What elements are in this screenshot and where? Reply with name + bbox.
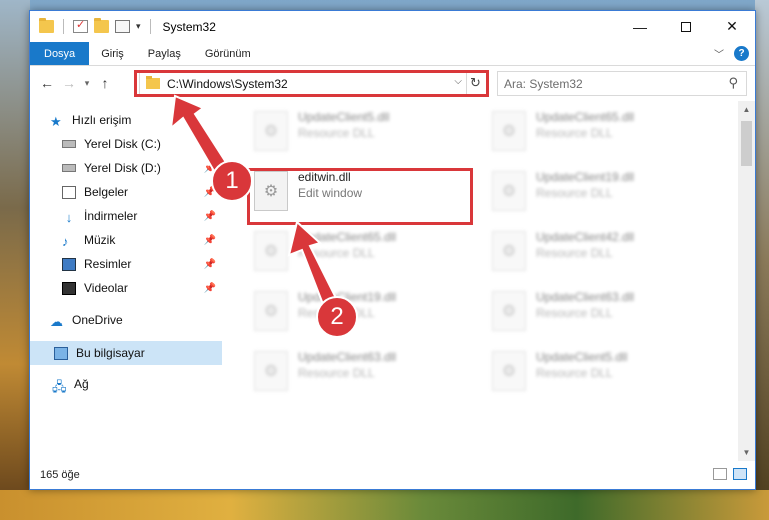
callout-badge-one: 1	[211, 160, 253, 202]
callout-badge-two: 2	[316, 296, 358, 338]
annotation-arrows	[169, 94, 342, 314]
